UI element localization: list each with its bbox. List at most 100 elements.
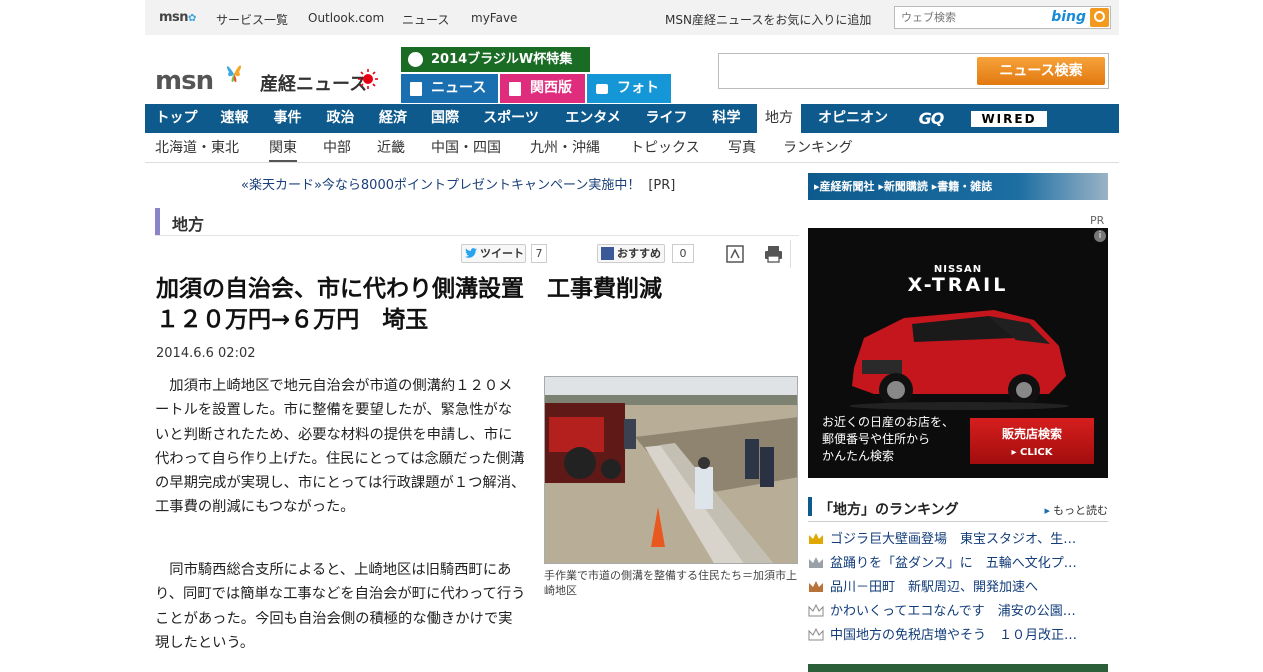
document-icon — [410, 82, 422, 96]
ranking-item[interactable]: 品川－田町 新駅周辺、開発加速へ — [808, 578, 1108, 602]
ranking-item-text: かわいくってエコなんです 浦安の公園… — [830, 604, 1076, 619]
nav-economy[interactable]: 経済 — [367, 104, 419, 133]
ranking-item[interactable]: かわいくってエコなんです 浦安の公園… — [808, 602, 1108, 626]
ranking-header: 「地方」のランキング もっと読む — [808, 494, 1108, 522]
headline-line-2: １２０万円→６万円 埼玉 — [156, 307, 429, 333]
nav-politics[interactable]: 政治 — [314, 104, 367, 133]
search-icon[interactable] — [1090, 8, 1109, 27]
section-accent-bar — [155, 208, 160, 235]
msn-logo[interactable]: msn — [155, 66, 214, 96]
tab-photo-label: フォト — [617, 80, 659, 96]
soccer-ball-icon — [408, 52, 423, 67]
article-paragraph-2: 同市騎西総合支所によると、上崎地区は旧騎西町にあり、同町では簡単な工事などを自治… — [155, 562, 526, 651]
ranking-accent-bar — [808, 497, 812, 516]
ad-copy: お近くの日産のお店を、 郵便番号や住所から かんたん検索 — [822, 414, 954, 465]
sankei-news-logo[interactable]: 産経ニュース — [260, 70, 367, 96]
facebook-recommend-button[interactable]: おすすめ — [597, 244, 665, 263]
ad-copy-line-3: かんたん検索 — [822, 449, 895, 463]
twitter-bird-icon — [465, 248, 477, 258]
ad-pr-label: PR — [1090, 214, 1105, 227]
web-search-input[interactable] — [895, 7, 1035, 28]
camera-icon — [596, 84, 608, 94]
nav-opinion[interactable]: オピニオン — [805, 104, 901, 133]
nav-science[interactable]: 科学 — [698, 104, 755, 133]
crown-icon — [809, 581, 823, 592]
tab-kansai[interactable]: 関西版 — [500, 74, 585, 103]
service-list-link[interactable]: サービス一覧 — [216, 11, 288, 28]
ad-model: X-TRAIL — [907, 274, 1009, 296]
dealer-search-button[interactable]: 販売店検索 ▸ CLICK — [970, 418, 1094, 464]
news-search-input[interactable] — [721, 56, 971, 86]
pr-link[interactable]: «楽天カード»今なら8000ポイントプレゼントキャンペーン実施中！ — [241, 178, 640, 193]
add-favorite-link[interactable]: MSN産経ニュースをお気に入りに追加 — [665, 11, 871, 28]
ranking-item[interactable]: ゴジラ巨大壁画登場 東宝スタジオ、生… — [808, 530, 1108, 554]
residents-working-photo — [545, 377, 797, 563]
subnav-ranking[interactable]: ランキング — [783, 137, 853, 157]
ranking-item-text: 中国地方の免税店増やそう １０月改正… — [830, 628, 1078, 643]
news-search-button[interactable]: ニュース検索 — [977, 57, 1105, 85]
tab-news-label: ニュース — [431, 80, 487, 96]
subnav-photo[interactable]: 写真 — [728, 137, 756, 157]
headline-line-1: 加須の自治会、市に代わり側溝設置 工事費削減 — [156, 276, 662, 302]
nav-gq[interactable]: GQ — [907, 104, 955, 133]
sub-nav: 北海道・東北 関東 中部 近畿 中国・四国 九州・沖縄 トピックス 写真 ランキ… — [145, 133, 1119, 163]
subnav-kyushu-okinawa[interactable]: 九州・沖縄 — [530, 137, 600, 157]
msn-small-logo[interactable]: msn✿ — [159, 10, 196, 25]
bookmark-icon[interactable] — [725, 244, 745, 264]
tab-news[interactable]: ニュース — [401, 74, 498, 103]
ranking-more-link[interactable]: もっと読む — [1044, 502, 1108, 518]
ad-info-icon[interactable]: i — [1094, 230, 1106, 242]
subnav-kinki[interactable]: 近畿 — [377, 137, 405, 157]
subnav-chubu[interactable]: 中部 — [323, 137, 351, 157]
dealer-search-label: 販売店検索 — [1001, 427, 1062, 441]
nav-local[interactable]: 地方 — [757, 104, 801, 133]
nav-incident[interactable]: 事件 — [261, 104, 314, 133]
nav-life[interactable]: ライフ — [635, 104, 698, 133]
worldcup-label: 2014ブラジルW杯特集 — [431, 52, 573, 67]
utility-bar: msn✿ サービス一覧 Outlook.com ニュース myFave MSN産… — [145, 0, 1119, 35]
subnav-chugoku-shikoku[interactable]: 中国・四国 — [431, 137, 501, 157]
worldcup-special-link[interactable]: 2014ブラジルW杯特集 — [401, 47, 590, 72]
photo-caption: 手作業で市道の側溝を整備する住民たち＝加須市上崎地区 — [544, 569, 797, 597]
ranking-item[interactable]: 盆踊りを「盆ダンス」に 五輪へ文化プ… — [808, 554, 1108, 578]
nav-entertainment[interactable]: エンタメ — [551, 104, 635, 133]
nav-breaking[interactable]: 速報 — [208, 104, 261, 133]
sidebar-bottom-banner[interactable] — [808, 664, 1108, 672]
ranking-item[interactable]: 中国地方の免税店増やそう １０月改正… — [808, 626, 1108, 650]
sankei-mark-icon — [358, 69, 378, 89]
news-link[interactable]: ニュース — [402, 11, 449, 28]
ranking-title: 「地方」のランキング — [819, 502, 959, 518]
subnav-topics[interactable]: トピックス — [630, 137, 700, 157]
bing-logo: bing — [1051, 9, 1086, 25]
tab-photo[interactable]: フォト — [587, 74, 671, 103]
tweet-label: ツイート — [480, 247, 524, 260]
crown-icon — [808, 604, 824, 617]
share-divider — [790, 240, 791, 268]
nissan-xtrail-ad[interactable]: i NISSAN X-TRAIL お近くの日産のお店を、 郵便番号や住所から か… — [808, 228, 1108, 478]
subnav-kanto[interactable]: 関東 — [269, 137, 297, 162]
crown-icon — [809, 533, 823, 544]
ad-copy-line-1: お近くの日産のお店を、 — [822, 415, 955, 429]
nav-top[interactable]: トップ — [145, 104, 208, 133]
news-search-box: ニュース検索 — [718, 53, 1109, 89]
subnav-hokkaido-tohoku[interactable]: 北海道・東北 — [155, 137, 239, 157]
document-icon — [509, 82, 521, 96]
tweet-button[interactable]: ツイート — [461, 244, 526, 263]
nav-wired[interactable]: WIRED — [971, 111, 1047, 127]
article-date: 2014.6.6 02:02 — [156, 346, 256, 361]
page: msn✿ サービス一覧 Outlook.com ニュース myFave MSN産… — [145, 0, 1119, 672]
nav-sports[interactable]: スポーツ — [471, 104, 551, 133]
article-headline: 加須の自治会、市に代わり側溝設置 工事費削減 １２０万円→６万円 埼玉 — [156, 274, 796, 336]
ad-copy-line-2: 郵便番号や住所から — [822, 432, 931, 446]
outlook-link[interactable]: Outlook.com — [308, 11, 384, 25]
article-paragraph-1: 加須市上崎地区で地元自治会が市道の側溝約１２０メートルを設置した。市に整備を要望… — [155, 378, 526, 516]
ranking-item-text: 品川－田町 新駅周辺、開発加速へ — [830, 580, 1039, 595]
nav-international[interactable]: 国際 — [419, 104, 471, 133]
print-icon[interactable] — [763, 244, 784, 264]
myfave-link[interactable]: myFave — [471, 11, 517, 25]
pr-line: «楽天カード»今なら8000ポイントプレゼントキャンペーン実施中！ [PR] — [241, 174, 675, 193]
crown-icon — [809, 557, 823, 568]
facebook-count: 0 — [672, 244, 694, 263]
article-photo[interactable] — [544, 376, 798, 564]
sankei-services-banner[interactable]: ▸産経新聞社 ▸新聞購読 ▸書籍・雑誌 — [808, 173, 1108, 200]
